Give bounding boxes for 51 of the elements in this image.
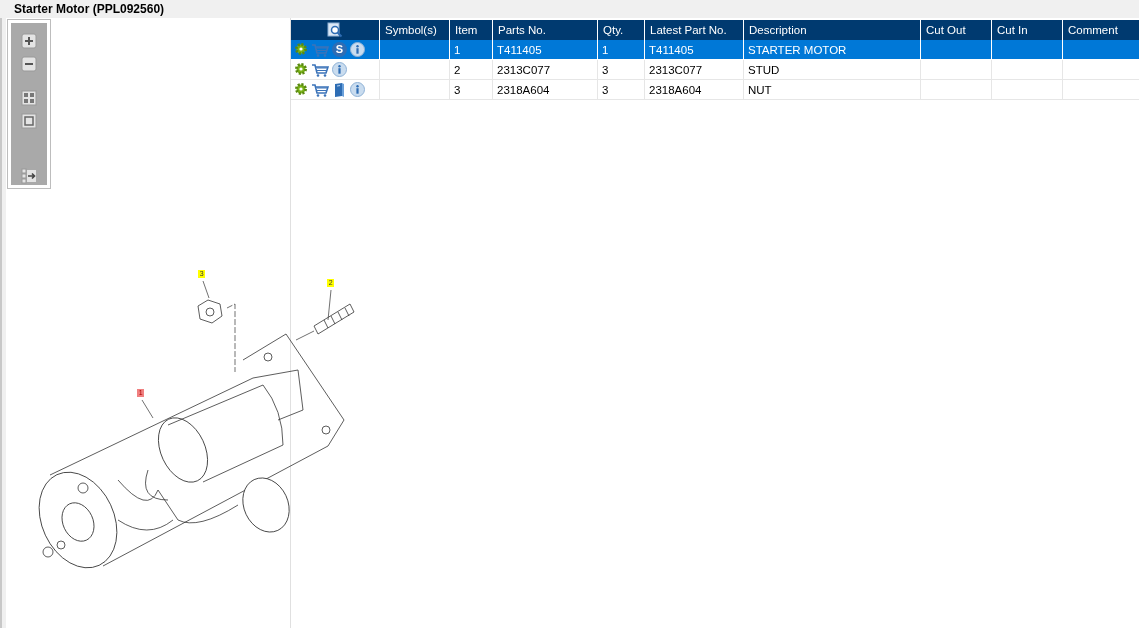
table-cell: 1 <box>454 43 461 56</box>
column-header[interactable]: Parts No. <box>492 20 598 40</box>
leader-line <box>328 289 332 321</box>
column-header[interactable]: Comment <box>1062 20 1139 40</box>
nut-drawing <box>197 299 223 324</box>
leader-line <box>203 280 210 299</box>
table-cell: T411405 <box>649 43 694 56</box>
zoom-in-button[interactable] <box>20 33 39 50</box>
book-icon[interactable] <box>332 82 347 97</box>
cart-icon[interactable] <box>311 82 329 97</box>
table-cell: 1 <box>602 43 609 56</box>
table-cell: 3 <box>602 83 609 96</box>
table-cell: NUT <box>748 83 772 96</box>
info-icon[interactable] <box>350 82 365 97</box>
search-document-icon[interactable] <box>327 22 343 38</box>
table-cell: 3 <box>602 63 609 76</box>
gear-icon[interactable] <box>294 42 308 57</box>
grid-view-button[interactable] <box>20 89 39 107</box>
table-cell: STUD <box>748 63 780 76</box>
table-row[interactable]: 2 2313C077 3 2313C077 STUD <box>291 59 1139 80</box>
table-cell: STARTER MOTOR <box>748 43 847 56</box>
zoom-out-button[interactable] <box>20 55 39 73</box>
table-row[interactable]: S 1 T411405 1 T411405 STARTER MOTOR <box>291 40 1139 60</box>
leader-line <box>142 399 154 419</box>
table-cell: 3 <box>454 83 461 96</box>
fit-view-button[interactable] <box>20 112 39 130</box>
cart-icon[interactable] <box>311 62 329 77</box>
column-header[interactable]: Symbol(s) <box>379 20 450 40</box>
column-header[interactable]: Item <box>449 20 493 40</box>
info-icon[interactable] <box>350 42 365 57</box>
table-cell: 2313C077 <box>649 63 703 76</box>
window-title: Starter Motor (PPL092560) <box>14 2 165 16</box>
table-cell: 2 <box>454 63 461 76</box>
info-icon[interactable] <box>332 62 347 77</box>
table-cell: 2313C077 <box>497 63 551 76</box>
table-cell: 2318A604 <box>497 83 550 96</box>
table-cell: T411405 <box>497 43 542 56</box>
gear-icon[interactable] <box>294 62 308 77</box>
column-header[interactable]: Cut In <box>991 20 1063 40</box>
stud-drawing <box>313 303 355 335</box>
table-cell: 2318A604 <box>649 83 702 96</box>
export-button[interactable] <box>20 168 39 185</box>
column-header[interactable]: Description <box>743 20 921 40</box>
leader-line <box>296 330 315 341</box>
symbol-badge[interactable]: S <box>332 42 347 57</box>
leader-line <box>227 303 236 373</box>
column-header[interactable]: Qty. <box>597 20 645 40</box>
column-header[interactable]: Latest Part No. <box>644 20 744 40</box>
column-header[interactable]: Cut Out <box>920 20 992 40</box>
table-row[interactable]: 3 2318A604 3 2318A604 NUT <box>291 79 1139 100</box>
gear-icon[interactable] <box>294 82 308 97</box>
